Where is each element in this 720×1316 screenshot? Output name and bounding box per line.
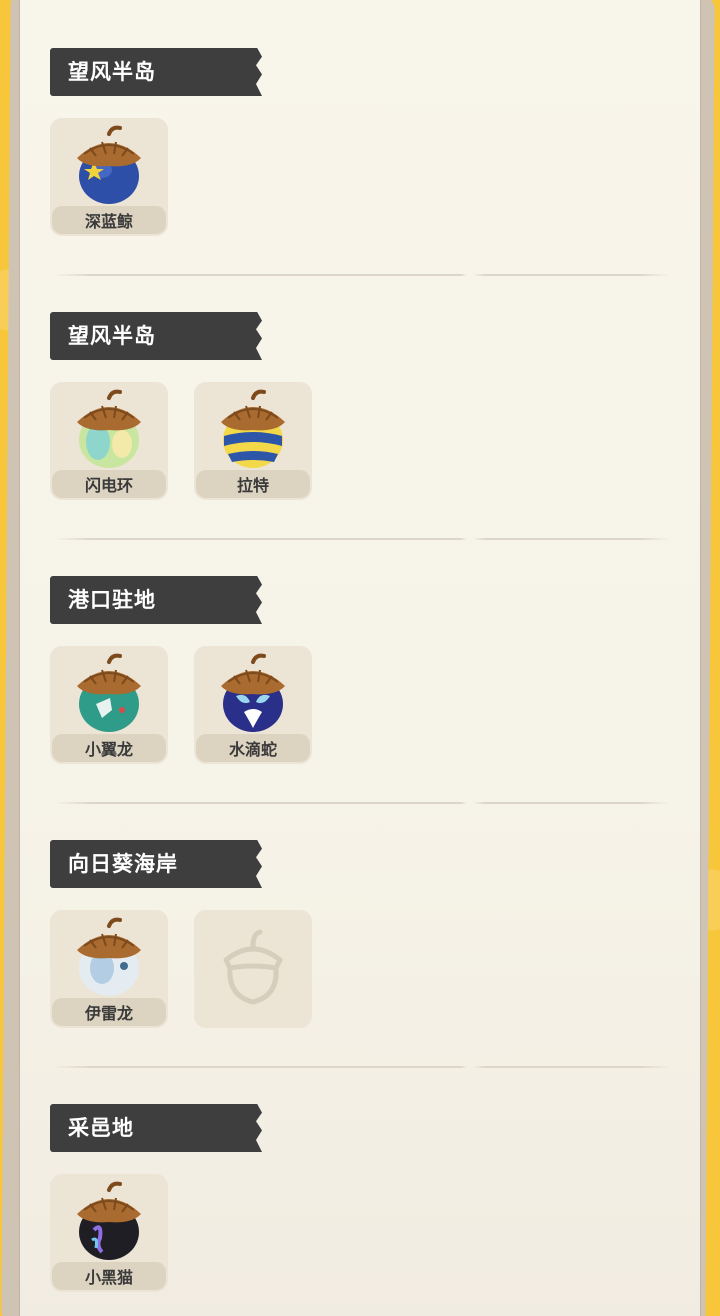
pet-card[interactable]: 水滴蛇 xyxy=(194,646,312,764)
region-tag: 港口驻地 xyxy=(50,576,256,624)
section-divider xyxy=(54,1066,670,1068)
pet-name: 小黑猫 xyxy=(84,1268,133,1287)
pet-card[interactable]: 伊雷龙 xyxy=(50,910,168,1028)
acorn-black-icon xyxy=(77,1181,141,1260)
region-name: 港口驻地 xyxy=(68,588,156,612)
pet-name: 小翼龙 xyxy=(84,740,133,759)
pet-card[interactable]: 小翼龙 xyxy=(50,646,168,764)
acorn-locked-outline-icon xyxy=(223,929,283,1005)
region-tag: 望风半岛 xyxy=(50,48,256,96)
pet-card[interactable]: 深蓝鲸 xyxy=(50,118,168,236)
locked-pet-card[interactable] xyxy=(194,910,312,1028)
pet-card[interactable]: 拉特 xyxy=(194,382,312,500)
region-name: 向日葵海岸 xyxy=(68,852,178,876)
region-name: 望风半岛 xyxy=(68,324,156,348)
pet-name: 深蓝鲸 xyxy=(84,212,133,231)
section-divider xyxy=(54,538,670,540)
acorn-teal-icon xyxy=(77,653,141,732)
acorn-navy-icon xyxy=(221,653,285,732)
section-divider xyxy=(54,802,670,804)
acorn-white-icon xyxy=(77,917,141,996)
game-screen: 望风半岛 深蓝鲸 望风半岛 闪电环 拉特 港口驻地 小翼龙 水滴蛇 向日葵海岸 … xyxy=(0,0,720,1316)
pet-card[interactable]: 闪电环 xyxy=(50,382,168,500)
pet-name: 拉特 xyxy=(236,476,269,495)
region-tag: 望风半岛 xyxy=(50,312,256,360)
region-tag: 采邑地 xyxy=(50,1104,256,1152)
pet-name: 水滴蛇 xyxy=(228,740,277,759)
pet-card[interactable]: 小黑猫 xyxy=(50,1174,168,1292)
region-name: 望风半岛 xyxy=(68,60,156,84)
section-divider xyxy=(54,274,670,276)
acorn-blue-star-icon xyxy=(77,125,141,204)
acorn-blue-yellow-icon xyxy=(221,389,285,468)
region-name: 采邑地 xyxy=(68,1116,134,1140)
acorn-pastel-icon xyxy=(77,389,141,468)
pet-name: 闪电环 xyxy=(84,476,133,495)
region-tag: 向日葵海岸 xyxy=(50,840,256,888)
pet-name: 伊雷龙 xyxy=(84,1004,133,1023)
